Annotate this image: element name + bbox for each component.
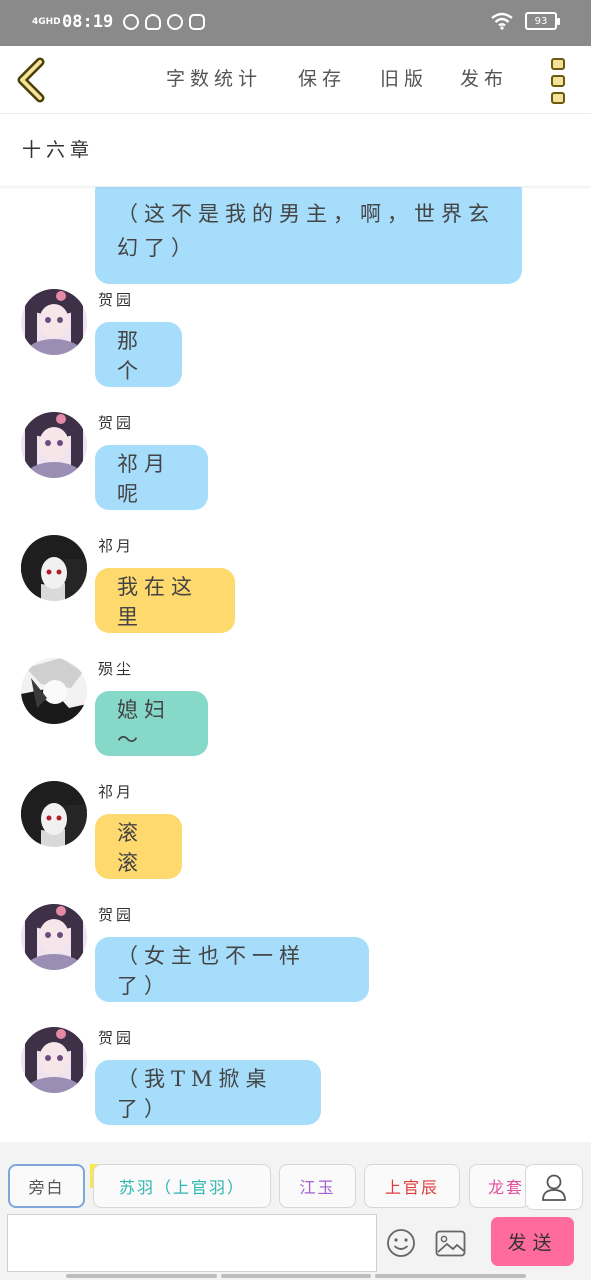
avatar-he-yuan[interactable]: [21, 904, 87, 970]
role-label: 旁白: [28, 1178, 65, 1197]
role-manage-button[interactable]: [525, 1164, 583, 1210]
message-text: （女主也不一样了）: [117, 943, 306, 998]
message-text: 我在这里: [117, 574, 198, 629]
qq-icon: [145, 14, 162, 30]
message-text: 那个: [117, 328, 144, 383]
menu-dot: [551, 92, 565, 104]
chapter-header: 十六章: [0, 115, 591, 187]
avatar-qi-yue[interactable]: [21, 535, 87, 601]
notification-icon: [123, 14, 140, 30]
message-text: 媳妇～: [117, 697, 171, 752]
more-menu-button[interactable]: [551, 58, 567, 104]
role-label: 上官辰: [384, 1178, 439, 1197]
user-icon: [542, 1174, 566, 1201]
nav-segment: [375, 1274, 527, 1278]
message-bubble[interactable]: （女主也不一样了）: [95, 937, 369, 1002]
chat-icon: [189, 14, 206, 30]
emoji-button[interactable]: [386, 1228, 416, 1258]
back-button[interactable]: [14, 56, 50, 104]
sender-name: 贺园: [98, 414, 135, 432]
old-version-button[interactable]: 旧版: [380, 64, 428, 91]
message-input[interactable]: [7, 1214, 377, 1272]
compose-panel: 旁白 主 苏羽（上官羽） 江玉 上官辰 龙套 发送: [0, 1142, 591, 1280]
word-count-button[interactable]: 字数统计: [166, 64, 262, 91]
role-tab-extra[interactable]: 龙套: [469, 1164, 529, 1208]
sender-name: 贺园: [98, 291, 135, 309]
message-bubble[interactable]: 那个: [95, 322, 182, 387]
network-indicator: 4GHD: [32, 16, 61, 27]
image-button[interactable]: [435, 1230, 466, 1257]
battery-level: 93: [534, 15, 548, 27]
role-tab-jiang-yu[interactable]: 江玉: [279, 1164, 356, 1208]
publish-button[interactable]: 发布: [460, 64, 508, 91]
nav-segment: [220, 1274, 372, 1278]
sender-name: 祁月: [98, 537, 135, 555]
image-icon: [435, 1230, 466, 1257]
message-text-line: 幻了）: [117, 235, 198, 260]
chat-list[interactable]: （这不是我的男主，啊，世界玄 幻了） 贺园 那个 贺园 祁月呢 祁月 我在这里 …: [0, 187, 591, 1142]
save-button[interactable]: 保存: [298, 64, 346, 91]
sender-name: 祁月: [98, 783, 135, 801]
role-label: 龙套: [488, 1178, 525, 1197]
message-text: 祁月呢: [117, 451, 171, 506]
avatar-qi-yue[interactable]: [21, 781, 87, 847]
clock: 08:19: [62, 12, 114, 32]
menu-dot: [551, 58, 565, 70]
toolbar: 字数统计 保存 旧版 发布: [0, 46, 591, 114]
role-tab-shangguan-chen[interactable]: 上官辰: [364, 1164, 460, 1208]
status-bar: 4GHD 08:19 93: [0, 0, 591, 46]
menu-dot: [551, 75, 565, 87]
battery-icon: 93: [525, 12, 560, 30]
nav-segment: [66, 1274, 217, 1278]
speed-icon: [167, 14, 184, 30]
role-tab-su-yu[interactable]: 苏羽（上官羽）: [93, 1164, 271, 1208]
system-nav-bar: [66, 1274, 527, 1278]
message-bubble[interactable]: 滚滚: [95, 814, 182, 879]
message-text: 滚滚: [117, 820, 144, 875]
role-label: 苏羽（上官羽）: [118, 1178, 245, 1197]
avatar-he-yuan[interactable]: [21, 289, 87, 355]
chevron-left-icon: [17, 57, 45, 103]
sender-name: 贺园: [98, 906, 135, 924]
smiley-icon: [387, 1229, 415, 1257]
message-bubble[interactable]: （我TM掀桌了）: [95, 1060, 321, 1125]
message-bubble[interactable]: 我在这里: [95, 568, 235, 633]
role-tab-narrator[interactable]: 旁白: [8, 1164, 85, 1208]
avatar-he-yuan[interactable]: [21, 412, 87, 478]
message-text: （我TM掀桌了）: [117, 1066, 273, 1121]
message-bubble[interactable]: 祁月呢: [95, 445, 208, 510]
message-bubble[interactable]: 媳妇～: [95, 691, 208, 756]
message-text-line: （这不是我的男主，啊，世界玄: [117, 201, 495, 226]
send-button[interactable]: 发送: [491, 1217, 574, 1266]
sender-name: 贺园: [98, 1029, 135, 1047]
message-bubble[interactable]: （这不是我的男主，啊，世界玄 幻了）: [95, 187, 522, 284]
role-label: 江玉: [299, 1178, 336, 1197]
sender-name: 殒尘: [98, 660, 135, 678]
avatar-he-yuan[interactable]: [21, 1027, 87, 1093]
avatar-yun-chen[interactable]: [21, 658, 87, 724]
wifi-icon: [491, 12, 513, 30]
chapter-title[interactable]: 十六章: [22, 135, 94, 162]
